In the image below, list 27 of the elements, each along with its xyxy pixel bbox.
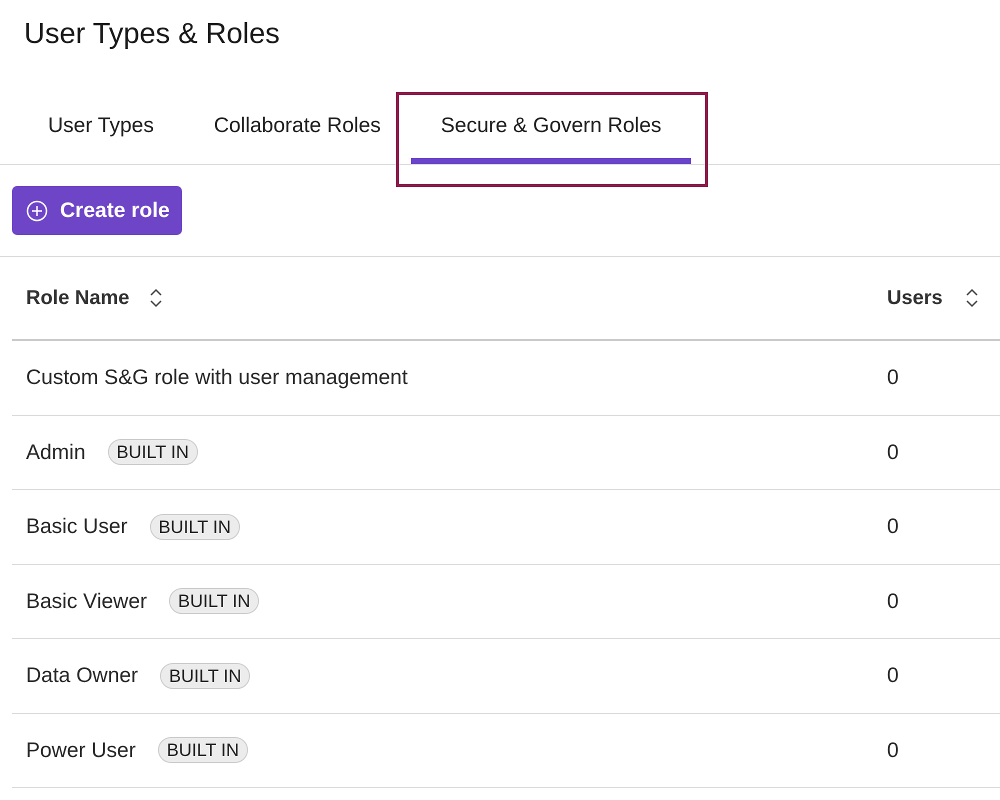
user-count: 0	[887, 663, 899, 689]
user-count: 0	[887, 588, 899, 614]
column-header: Users	[887, 286, 943, 311]
page-title: User Types & Roles	[24, 17, 281, 52]
role-name: Power User	[26, 738, 136, 764]
built-in-badge: BUILT IN	[150, 514, 240, 540]
built-in-badge: BUILT IN	[108, 439, 198, 466]
built-in-badge: BUILT IN	[158, 737, 248, 764]
user-count: 0	[887, 365, 899, 391]
built-in-badge: BUILT IN	[160, 662, 250, 689]
role-name: Admin	[26, 440, 86, 466]
column-header: Role Name	[26, 286, 130, 311]
tab[interactable]: Collaborate Roles	[184, 95, 411, 164]
sort-icon[interactable]	[964, 287, 979, 309]
user-count: 0	[887, 440, 899, 466]
role-name: Data Owner	[26, 663, 138, 689]
user-count: 0	[887, 514, 899, 540]
create-role-button[interactable]: Create role	[12, 186, 182, 235]
role-name: Custom S&G role with user management	[26, 365, 408, 391]
sort-icon[interactable]	[149, 287, 164, 309]
plus-circle-icon	[26, 200, 48, 222]
built-in-badge: BUILT IN	[169, 588, 260, 614]
role-name: Basic User	[26, 514, 128, 540]
role-name: Basic Viewer	[26, 588, 147, 614]
tab[interactable]: Secure & Govern Roles	[410, 95, 692, 164]
user-count: 0	[887, 738, 899, 764]
tab[interactable]: User Types	[18, 95, 184, 164]
